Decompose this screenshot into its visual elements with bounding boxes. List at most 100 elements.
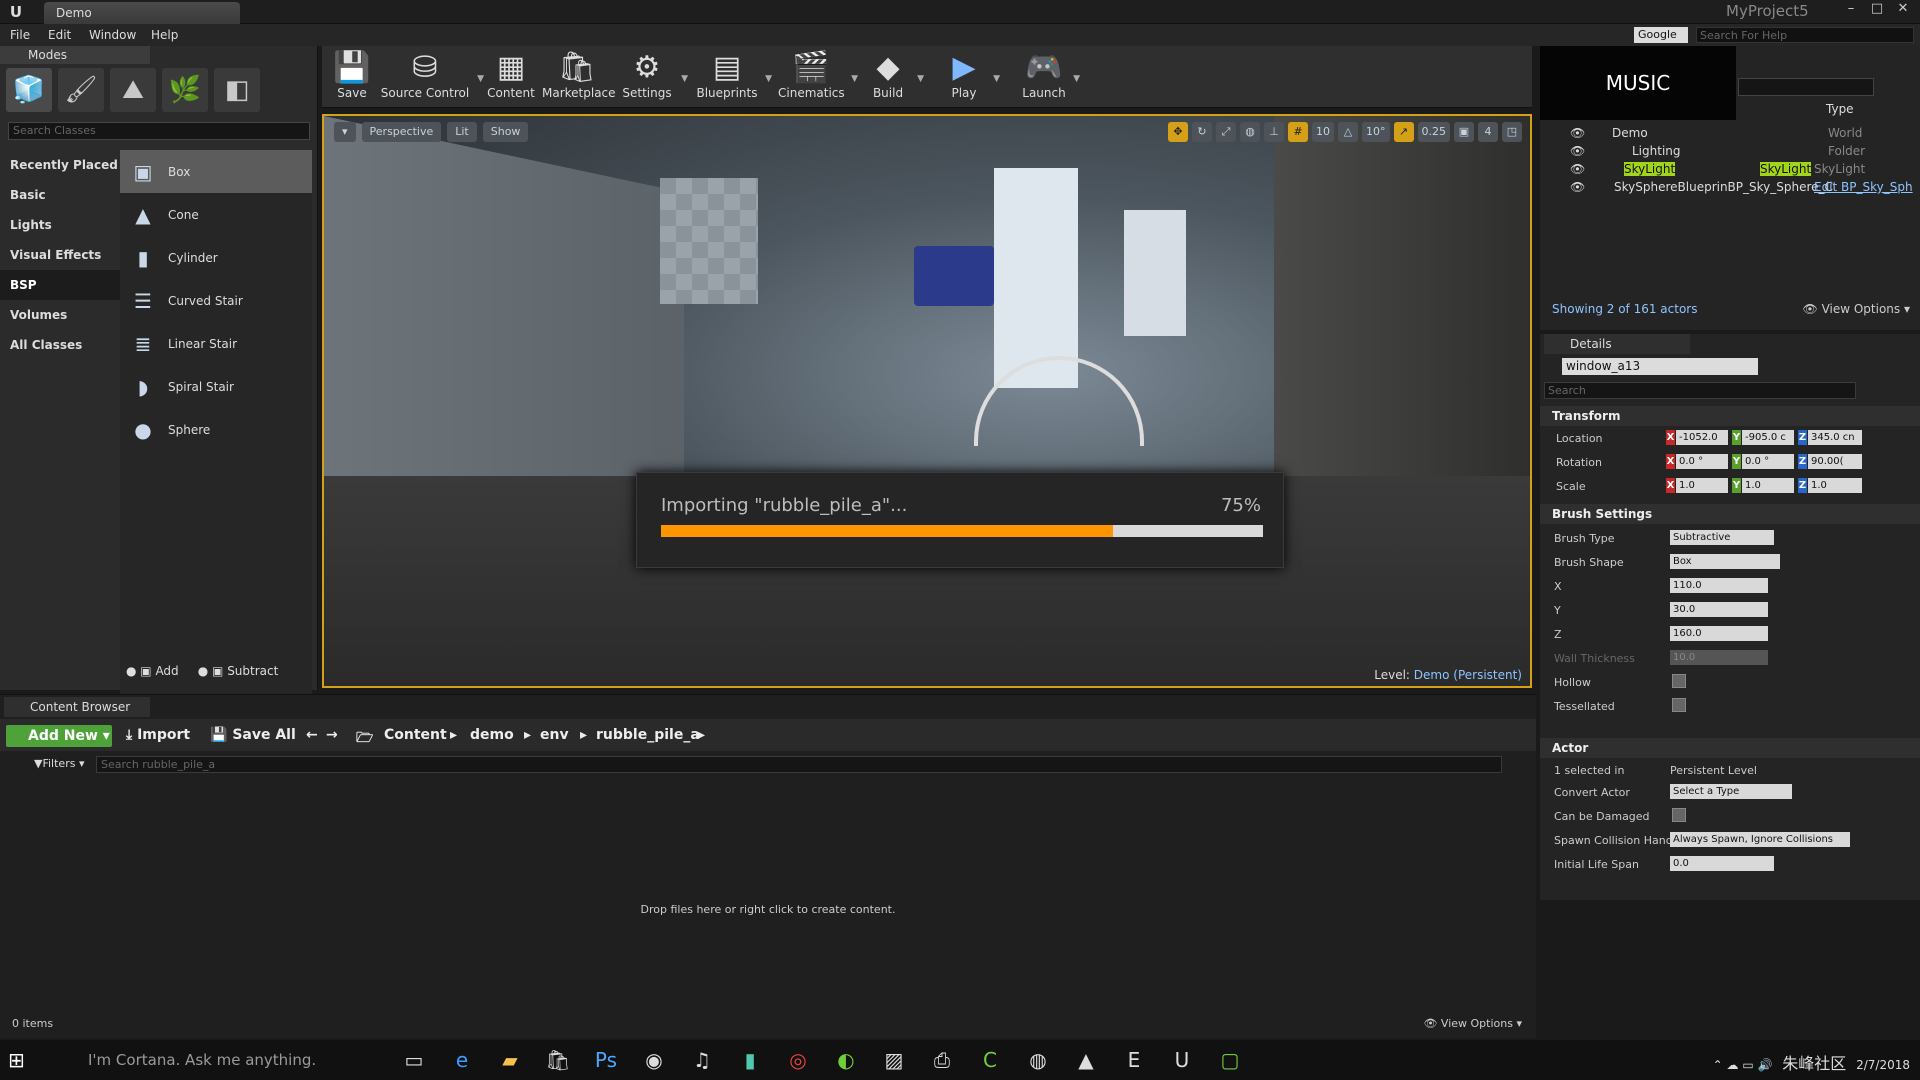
list-item-curved-stair[interactable]: ☰ Curved Stair — [120, 279, 312, 322]
scale-y-field[interactable]: 1.0 — [1742, 478, 1794, 493]
search-classes-input[interactable]: Search Classes — [8, 122, 310, 140]
category-volumes[interactable]: Volumes — [0, 300, 120, 330]
place-mode-icon[interactable]: 🧊 — [6, 68, 52, 112]
can-be-damaged-checkbox[interactable] — [1672, 808, 1686, 822]
marketplace-button[interactable]: 🛍 Marketplace — [542, 50, 616, 106]
green-app-icon[interactable]: ▢ — [1216, 1046, 1244, 1074]
help-search-input[interactable]: Search For Help — [1696, 27, 1914, 43]
table-row[interactable]: 👁 SkySphereBlueprinBP_Sky_Sphere_C Edit BP… — [1540, 178, 1920, 196]
folder-icon[interactable]: 🗁 — [356, 727, 373, 751]
bookmark-app-icon[interactable]: ▮ — [736, 1046, 764, 1074]
outliner-search-input[interactable] — [1738, 78, 1874, 96]
app-icon[interactable]: ◉ — [640, 1046, 668, 1074]
import-button[interactable]: ⤓ Import — [126, 727, 190, 743]
chevron-down-icon[interactable]: ▼ — [917, 74, 924, 84]
breadcrumb-separator-icon[interactable]: ▸ — [450, 727, 457, 743]
photos-app-icon[interactable]: ▲ — [1072, 1046, 1100, 1074]
content-search-input[interactable]: Search rubble_pile_a — [96, 756, 1502, 773]
camera-speed-icon[interactable]: ▣ — [1454, 122, 1474, 142]
chevron-down-icon[interactable]: ▼ — [477, 74, 484, 84]
brush-x-field[interactable]: 110.0 — [1670, 578, 1768, 593]
category-all-classes[interactable]: All Classes — [0, 330, 120, 360]
brush-type-dropdown[interactable]: Subtractive — [1670, 530, 1774, 545]
type-column-header[interactable]: Type — [1826, 102, 1854, 116]
settings-button[interactable]: ⚙ Settings ▼ — [620, 50, 688, 106]
scale-snap-value[interactable]: 0.25 — [1417, 122, 1450, 142]
location-x-field[interactable]: -1052.0 — [1676, 430, 1728, 445]
table-row[interactable]: 👁 Demo World — [1540, 124, 1920, 142]
launch-button[interactable]: 🎮 Launch ▼ — [1022, 50, 1080, 106]
scale-snap-icon[interactable]: ↗ — [1393, 122, 1414, 142]
list-item-linear-stair[interactable]: ≣ Linear Stair — [120, 322, 312, 365]
content-browser-tab[interactable]: Content Browser — [4, 697, 150, 717]
source-control-button[interactable]: ⛁ Source Control ▼ — [380, 50, 484, 106]
rotation-label[interactable]: Rotation — [1556, 456, 1602, 469]
breadcrumb-separator-icon[interactable]: ▸ — [698, 727, 705, 743]
list-item-cone[interactable]: ▲ Cone — [120, 193, 312, 236]
breadcrumb-separator-icon[interactable]: ▸ — [524, 727, 531, 743]
chevron-down-icon[interactable]: ▼ — [851, 74, 858, 84]
windows-start-icon[interactable]: ⊞ — [8, 1048, 25, 1072]
breadcrumb-demo[interactable]: demo — [470, 727, 514, 743]
subtract-radio[interactable]: ● ▣ Subtract — [198, 664, 279, 678]
save-button[interactable]: 💾 Save — [330, 50, 374, 106]
android-app-icon[interactable]: ◐ — [832, 1046, 860, 1074]
initial-life-span-field[interactable]: 0.0 — [1670, 856, 1774, 871]
category-bsp[interactable]: BSP — [0, 270, 120, 300]
add-radio[interactable]: ● ▣ Add — [126, 664, 179, 678]
category-visual-effects[interactable]: Visual Effects — [0, 240, 120, 270]
edit-blueprint-link[interactable]: Edit BP_Sky_Sph — [1814, 180, 1913, 194]
scale-z-field[interactable]: 1.0 — [1808, 478, 1862, 493]
eye-icon[interactable]: 👁 — [1570, 144, 1585, 158]
brush-y-field[interactable]: 30.0 — [1670, 602, 1768, 617]
brush-z-field[interactable]: 160.0 — [1670, 626, 1768, 641]
level-tab[interactable]: Demo — [44, 2, 240, 24]
minimize-icon[interactable]: – — [1840, 0, 1862, 18]
rotation-z-field[interactable]: 90.00( — [1808, 454, 1862, 469]
search-provider-dropdown[interactable]: Google — [1634, 27, 1688, 43]
menu-help[interactable]: Help — [151, 28, 178, 42]
chrome-icon[interactable]: ◎ — [784, 1046, 812, 1074]
list-item-sphere[interactable]: ● Sphere — [120, 408, 312, 451]
blueprints-button[interactable]: ▤ Blueprints ▼ — [696, 50, 772, 106]
chevron-down-icon[interactable]: ▼ — [1073, 74, 1080, 84]
rotate-tool-icon[interactable]: ↻ — [1192, 122, 1212, 142]
content-view-options-button[interactable]: 👁 View Options ▾ — [1423, 1017, 1522, 1030]
play-button[interactable]: ▶ Play ▼ — [942, 50, 1000, 106]
eye-icon[interactable]: 👁 — [1570, 126, 1585, 140]
chevron-down-icon[interactable]: ▼ — [993, 74, 1000, 84]
location-label[interactable]: Location — [1556, 432, 1603, 445]
build-button[interactable]: ◆ Build ▼ — [866, 50, 924, 106]
chevron-down-icon[interactable]: ▼ — [681, 74, 688, 84]
camera-speed-value[interactable]: 4 — [1478, 122, 1498, 142]
grid-snap-icon[interactable]: # — [1288, 122, 1308, 142]
brush-settings-section[interactable]: Brush Settings — [1540, 504, 1920, 524]
details-tab[interactable]: Details — [1544, 334, 1690, 354]
list-item-spiral-stair[interactable]: ◗ Spiral Stair — [120, 365, 312, 408]
paint-mode-icon[interactable]: 🖌 — [58, 68, 104, 112]
rotation-x-field[interactable]: 0.0 ° — [1676, 454, 1728, 469]
viewport-options-button[interactable]: ▾ — [334, 122, 356, 142]
details-search-input[interactable]: Search — [1544, 382, 1856, 399]
level-viewport[interactable]: ▾ Perspective Lit Show ✥ ↻ ⤢ ◍ ⊥ # 10 △ … — [322, 114, 1532, 688]
lit-button[interactable]: Lit — [447, 122, 477, 142]
camera-app-icon[interactable]: ◍ — [1024, 1046, 1052, 1074]
geometry-mode-icon[interactable]: ◧ — [214, 68, 260, 112]
menu-edit[interactable]: Edit — [48, 28, 71, 42]
content-button[interactable]: ▦ Content — [486, 50, 536, 106]
maximize-icon[interactable]: □ — [1866, 0, 1888, 18]
breadcrumb-separator-icon[interactable]: ▸ — [580, 727, 587, 743]
world-space-icon[interactable]: ◍ — [1240, 122, 1260, 142]
back-arrow-icon[interactable]: ← — [306, 727, 318, 743]
foliage-mode-icon[interactable]: 🌿 — [162, 68, 208, 112]
hollow-checkbox[interactable] — [1672, 674, 1686, 688]
close-icon[interactable]: ✕ — [1892, 0, 1914, 18]
forward-arrow-icon[interactable]: → — [326, 727, 338, 743]
cortana-search[interactable]: I'm Cortana. Ask me anything. — [54, 1040, 384, 1080]
breadcrumb-rubble-pile-a[interactable]: rubble_pile_a — [596, 727, 700, 743]
list-item-box[interactable]: ▣ Box — [120, 150, 312, 193]
spawn-collision-dropdown[interactable]: Always Spawn, Ignore Collisions — [1670, 832, 1850, 847]
c-app-icon[interactable]: C — [976, 1046, 1004, 1074]
clock-date[interactable]: 2/7/2018 — [1856, 1058, 1910, 1072]
perspective-button[interactable]: Perspective — [361, 122, 442, 142]
